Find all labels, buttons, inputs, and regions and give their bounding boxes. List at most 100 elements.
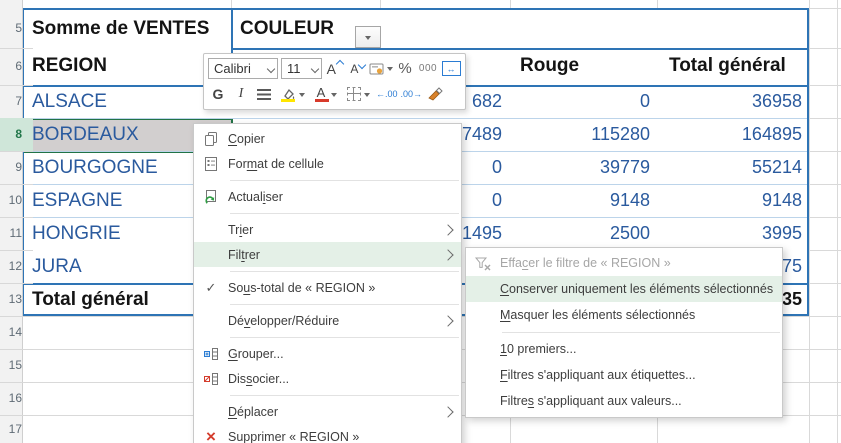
menu-item-trier[interactable]: Trier <box>194 217 461 242</box>
comma-style-button[interactable]: 000 <box>418 58 438 80</box>
row-header-8[interactable]: 8 <box>0 118 33 152</box>
row-header-11[interactable]: 11 <box>0 217 33 251</box>
row-label-total-g-n-ral[interactable]: Total général <box>32 283 149 316</box>
bold-button[interactable]: G <box>208 83 228 105</box>
menu-item-label: Développer/Réduire <box>228 314 444 328</box>
row-label-espagne[interactable]: ESPAGNE <box>32 184 122 217</box>
row-label-bourgogne[interactable]: BOURGOGNE <box>32 151 158 184</box>
format-painter-button[interactable] <box>425 83 445 105</box>
borders-button[interactable] <box>343 83 373 105</box>
menu-item-label: Filtrer <box>228 248 444 262</box>
clear-filter-icon <box>474 256 492 271</box>
increase-decimal-icon: ←.00 <box>376 89 398 99</box>
menu-item-icon-gutter <box>194 131 228 147</box>
menu-item-sous-total-region[interactable]: ✓Sous-total de « REGION » <box>194 275 461 300</box>
decrease-decimal-button[interactable]: .00→ <box>401 83 423 105</box>
percent-style-button[interactable]: % <box>395 58 415 80</box>
menu-item-deplacer[interactable]: Déplacer <box>194 399 461 424</box>
menu-item-filtres-etiquettes[interactable]: Filtres s'appliquant aux étiquettes... <box>466 362 782 388</box>
row-header-10[interactable]: 10 <box>0 184 33 218</box>
menu-item-label: Masquer les éléments sélectionnés <box>500 308 782 322</box>
mini-toolbar: Calibri 11 A A % 000 ↔ <box>203 53 466 110</box>
menu-item-label: Déplacer <box>228 405 444 419</box>
menu-item-grouper[interactable]: Grouper... <box>194 341 461 366</box>
menu-item-dissocier[interactable]: Dissocier... <box>194 366 461 391</box>
pivot-row-field-label[interactable]: REGION <box>32 48 107 84</box>
menu-item-dix-premiers[interactable]: 10 premiers... <box>466 336 782 362</box>
row-header-15[interactable]: 15 <box>0 349 33 383</box>
ungroup-icon <box>203 371 220 387</box>
column-header-rouge[interactable]: Rouge <box>520 48 579 84</box>
menu-item-supprimer-region[interactable]: ×Supprimer « REGION » <box>194 424 461 443</box>
center-align-icon <box>257 89 271 100</box>
row-header-17[interactable]: 17 <box>0 415 33 443</box>
menu-item-label: Actualiser <box>228 190 461 204</box>
value-total-general[interactable]: 164895 <box>624 118 802 151</box>
borders-icon <box>347 87 361 101</box>
fill-color-icon <box>279 85 297 103</box>
accounting-format-icon <box>369 62 385 76</box>
dropdown-arrow-icon <box>364 93 370 100</box>
group-icon <box>203 346 220 362</box>
decrease-decimal-icon: .00→ <box>401 89 423 99</box>
decrease-font-size-button[interactable]: A <box>348 58 368 80</box>
row-header-7[interactable]: 7 <box>0 85 33 119</box>
merge-center-icon: ↔ <box>442 61 461 76</box>
menu-item-copier[interactable]: Copier <box>194 126 461 151</box>
row-header-16[interactable]: 16 <box>0 382 33 416</box>
menu-item-label: 10 premiers... <box>500 342 782 356</box>
italic-button[interactable]: I <box>231 83 251 105</box>
menu-item-label: Dissocier... <box>228 372 461 386</box>
increase-decimal-button[interactable]: ←.00 <box>376 83 398 105</box>
merge-center-button[interactable]: ↔ <box>441 58 461 80</box>
row-label-hongrie[interactable]: HONGRIE <box>32 217 121 250</box>
decrease-font-icon <box>358 61 366 69</box>
menu-item-filtrer[interactable]: Filtrer <box>194 242 461 267</box>
chevron-down-icon <box>267 65 275 73</box>
center-align-button[interactable] <box>254 83 274 105</box>
number-format-button[interactable] <box>371 58 392 80</box>
menu-item-effacer-filtre[interactable]: Effacer le filtre de « REGION » <box>466 250 782 276</box>
pivot-value-field-label[interactable]: Somme de VENTES <box>32 10 209 48</box>
pivot-column-field-label[interactable]: COULEUR <box>240 10 334 48</box>
font-size-combo[interactable]: 11 <box>281 58 322 79</box>
row-header-6[interactable]: 6 <box>0 48 33 86</box>
submenu-arrow-icon <box>444 405 452 419</box>
delete-icon: × <box>206 428 216 443</box>
menu-item-icon-gutter <box>194 189 228 205</box>
menu-item-label: Copier <box>228 132 461 146</box>
menu-separator <box>230 337 459 338</box>
row-header-5[interactable]: 5 <box>0 8 33 49</box>
menu-item-icon-gutter <box>194 371 228 387</box>
menu-item-format-de-cellule[interactable]: Format de cellule <box>194 151 461 176</box>
font-name-combo[interactable]: Calibri <box>208 58 278 79</box>
increase-font-size-button[interactable]: A <box>325 58 345 80</box>
menu-item-icon-gutter <box>194 346 228 362</box>
row-header-13[interactable]: 13 <box>0 283 33 317</box>
fill-color-button[interactable] <box>277 83 307 105</box>
increase-font-icon <box>336 60 344 68</box>
value-total-general[interactable]: 55214 <box>624 151 802 184</box>
menu-item-label: Grouper... <box>228 347 461 361</box>
row-label-bordeaux[interactable]: BORDEAUX <box>32 118 139 151</box>
row-label-jura[interactable]: JURA <box>32 250 82 283</box>
menu-item-label: Format de cellule <box>228 157 461 171</box>
excel-sheet: Somme de VENTES COULEUR REGION Rouge Tot… <box>0 0 841 443</box>
check-icon: ✓ <box>206 280 217 296</box>
menu-item-icon-gutter <box>466 256 500 271</box>
row-header-14[interactable]: 14 <box>0 316 33 350</box>
font-color-button[interactable]: A <box>310 83 340 105</box>
menu-item-conserver-elements[interactable]: Conserver uniquement les éléments sélect… <box>466 276 782 302</box>
menu-item-masquer-elements[interactable]: Masquer les éléments sélectionnés <box>466 302 782 328</box>
column-header-total-general[interactable]: Total général <box>669 48 786 84</box>
row-header-9[interactable]: 9 <box>0 151 33 185</box>
row-header-12[interactable]: 12 <box>0 250 33 284</box>
value-total-general[interactable]: 3995 <box>624 217 802 250</box>
menu-item-developper-reduire[interactable]: Développer/Réduire <box>194 308 461 333</box>
couleur-filter-dropdown[interactable] <box>355 26 381 48</box>
menu-item-filtres-valeurs[interactable]: Filtres s'appliquant aux valeurs... <box>466 388 782 414</box>
value-total-general[interactable]: 9148 <box>624 184 802 217</box>
menu-item-actualiser[interactable]: Actualiser <box>194 184 461 209</box>
value-total-general[interactable]: 36958 <box>624 85 802 118</box>
row-label-alsace[interactable]: ALSACE <box>32 85 107 118</box>
